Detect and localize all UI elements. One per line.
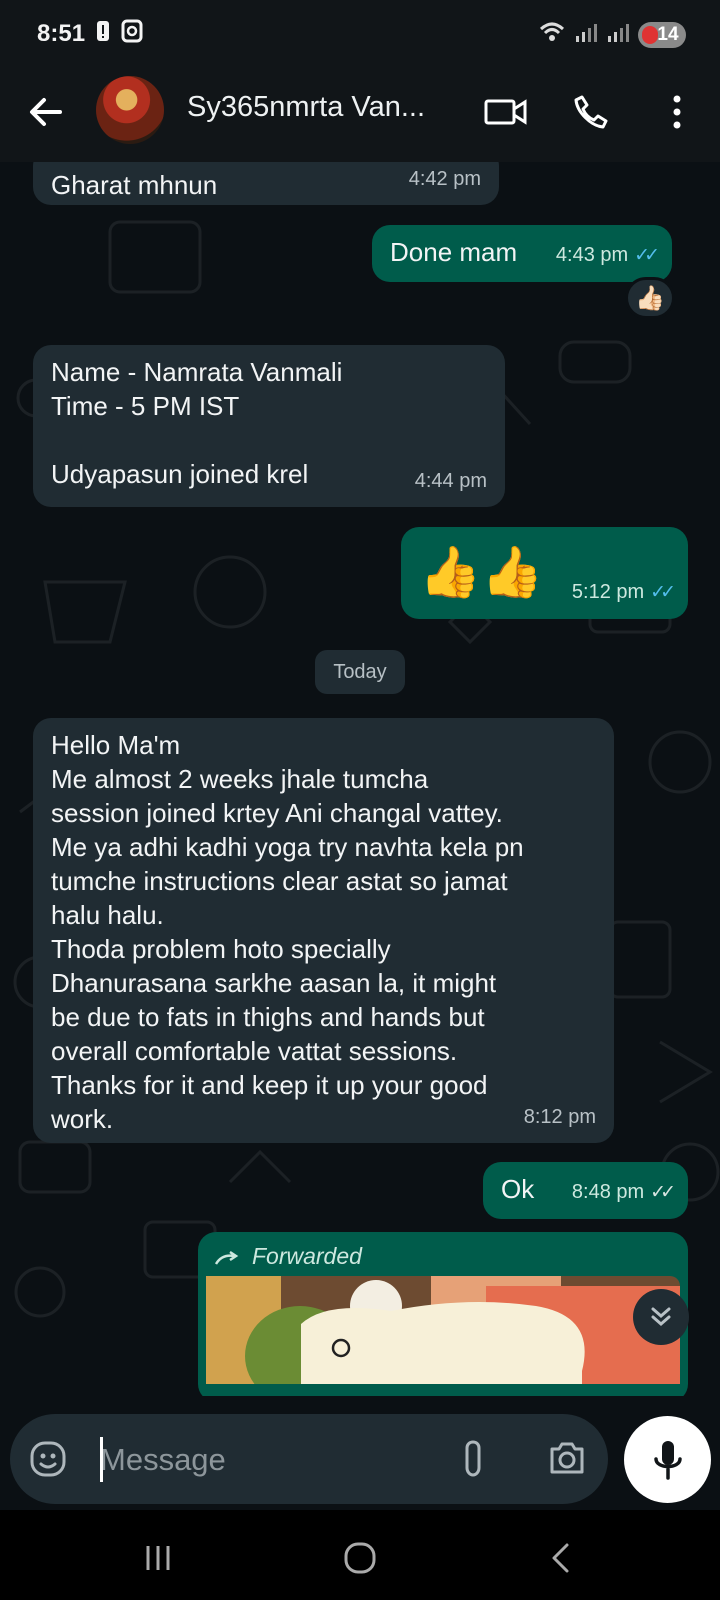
more-vertical-icon[interactable]	[653, 88, 701, 136]
text-cursor	[100, 1437, 103, 1482]
attach-icon[interactable]	[458, 1438, 488, 1487]
message-text: Hello Ma'm Me almost 2 weeks jhale tumch…	[51, 730, 524, 1134]
avatar[interactable]	[96, 76, 164, 144]
message-time: 4:43 pm	[555, 244, 629, 266]
phone-icon[interactable]	[567, 88, 615, 136]
message-time: 8:48 pm	[571, 1181, 645, 1203]
camera-icon[interactable]	[546, 1438, 588, 1483]
back-icon[interactable]	[540, 1538, 580, 1578]
forwarded-media-message[interactable]: Forwarded	[198, 1232, 688, 1396]
signal-icon	[606, 20, 630, 49]
read-ticks-icon: ✓✓	[634, 245, 660, 266]
reaction-emoji: 👍🏻	[635, 284, 665, 312]
message-composer	[10, 1414, 608, 1504]
message-meta: 5:12 pm ✓✓	[571, 575, 676, 610]
recents-icon[interactable]	[138, 1538, 178, 1578]
message-text: Ok	[501, 1174, 535, 1204]
message-meta: 4:43 pm ✓✓	[555, 238, 660, 273]
message-bubble-incoming[interactable]: Name - Namrata Vanmali Time - 5 PM IST U…	[33, 345, 505, 507]
chat-area[interactable]: Gharat mhnun 4:42 pm Done mam 4:43 pm ✓✓ …	[0, 162, 720, 1396]
signal-icon	[574, 20, 598, 49]
mic-button[interactable]	[624, 1416, 711, 1503]
chat-header: Sy365nmrta Van...	[0, 70, 720, 162]
delivered-ticks-icon: ✓✓	[650, 1182, 676, 1203]
sync-icon	[121, 19, 143, 48]
message-bubble-outgoing[interactable]: 👍👍 5:12 pm ✓✓	[401, 527, 688, 619]
message-bubble-incoming[interactable]: Gharat mhnun 4:42 pm	[33, 162, 499, 205]
contact-name[interactable]: Sy365nmrta Van...	[187, 91, 452, 124]
message-bubble-outgoing[interactable]: Ok 8:48 pm ✓✓	[483, 1162, 688, 1219]
message-input[interactable]	[98, 1436, 452, 1484]
video-call-icon[interactable]	[482, 88, 530, 136]
message-time: 5:12 pm	[571, 581, 645, 603]
read-ticks-icon: ✓✓	[650, 582, 676, 603]
chevron-down-icon	[651, 1307, 671, 1326]
message-time: 4:42 pm	[408, 168, 481, 190]
message-time: 8:12 pm	[523, 1106, 596, 1128]
status-time: 8:51	[37, 19, 86, 47]
home-icon[interactable]	[340, 1538, 380, 1578]
status-bar: 8:51 14	[0, 0, 720, 70]
navigation-bar	[0, 1510, 720, 1600]
message-meta: 8:48 pm ✓✓	[571, 1175, 676, 1210]
status-right: 14	[538, 20, 686, 49]
message-emoji: 👍👍	[419, 544, 544, 600]
mic-icon	[653, 1440, 682, 1480]
forwarded-image[interactable]	[206, 1276, 680, 1384]
forward-icon	[214, 1242, 244, 1276]
message-text: Done mam	[390, 237, 518, 267]
status-left: 8:51	[37, 19, 143, 48]
back-arrow-icon[interactable]	[24, 90, 68, 134]
date-separator: Today	[315, 650, 405, 694]
battery-indicator: 14	[638, 21, 686, 48]
message-reaction[interactable]: 👍🏻	[625, 277, 675, 319]
scroll-to-bottom-button[interactable]	[633, 1289, 689, 1345]
message-bubble-incoming[interactable]: Hello Ma'm Me almost 2 weeks jhale tumch…	[33, 718, 614, 1143]
wifi-icon	[538, 20, 566, 49]
message-bubble-outgoing[interactable]: Done mam 4:43 pm ✓✓	[372, 225, 672, 282]
message-time: 4:44 pm	[414, 470, 487, 492]
alert-icon	[95, 19, 111, 48]
battery-level: 14	[657, 23, 679, 45]
forwarded-label: Forwarded	[252, 1243, 362, 1269]
emoji-icon[interactable]	[28, 1439, 68, 1484]
